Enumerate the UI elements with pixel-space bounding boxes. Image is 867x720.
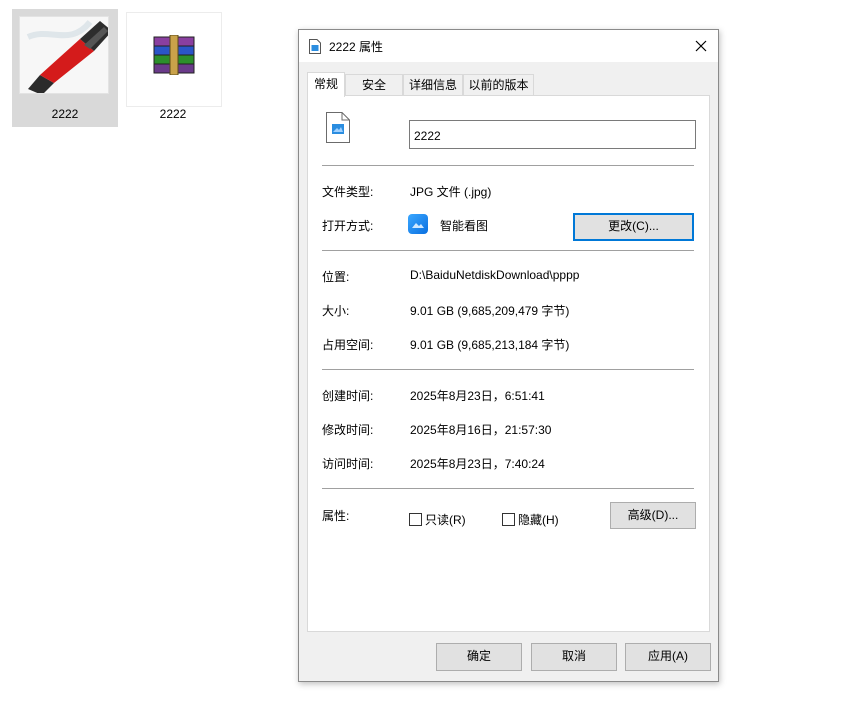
checkbox-box[interactable]: [409, 512, 422, 526]
archive-thumbnail: [126, 12, 222, 107]
size-label: 大小:: [322, 304, 350, 318]
tab-previous-versions[interactable]: 以前的版本: [463, 74, 534, 96]
modified-label: 修改时间:: [322, 423, 374, 437]
image-viewer-icon: [408, 214, 428, 234]
winrar-icon: [153, 35, 195, 75]
accessed-label: 访问时间:: [322, 457, 374, 471]
created-value: 2025年8月23日，6:51:41: [410, 389, 545, 403]
desktop-file-jpg[interactable]: 2222: [12, 9, 118, 127]
jpg-file-icon: [326, 112, 350, 143]
separator: [322, 165, 694, 166]
size-on-disk-value: 9.01 GB (9,685,213,184 字节): [410, 338, 570, 352]
open-with-label: 打开方式:: [322, 219, 374, 233]
image-thumbnail: [19, 16, 109, 94]
readonly-label: 只读(R): [425, 512, 466, 527]
tab-general[interactable]: 常规: [307, 72, 345, 97]
tab-security[interactable]: 安全: [345, 74, 403, 96]
desktop-file-rar[interactable]: 2222: [120, 9, 226, 127]
general-panel: 文件类型: JPG 文件 (.jpg) 打开方式: 智能看图 更改(C)... …: [307, 95, 710, 632]
location-value: D:\BaiduNetdiskDownload\pppp: [410, 268, 580, 282]
close-button[interactable]: [684, 30, 718, 62]
size-value: 9.01 GB (9,685,209,479 字节): [410, 304, 570, 318]
readonly-checkbox[interactable]: 只读(R): [409, 511, 466, 527]
properties-dialog: 2222 属性 常规 安全 详细信息 以前的版本 文件类型: JPG 文件 (.…: [298, 29, 719, 682]
separator: [322, 369, 694, 370]
open-with-value: 智能看图: [440, 219, 489, 233]
file-type-label: 文件类型:: [322, 185, 374, 199]
dialog-title: 2222 属性: [329, 40, 384, 54]
file-name-input[interactable]: [409, 120, 696, 149]
ok-button[interactable]: 确定: [436, 643, 522, 671]
file-type-value: JPG 文件 (.jpg): [410, 185, 492, 199]
file-name-label: 2222: [51, 107, 79, 121]
title-bar[interactable]: 2222 属性: [299, 30, 718, 62]
separator: [322, 250, 694, 251]
hidden-checkbox[interactable]: 隐藏(H): [502, 511, 559, 527]
advanced-button[interactable]: 高级(D)...: [610, 502, 696, 529]
separator: [322, 488, 694, 489]
accessed-value: 2025年8月23日，7:40:24: [410, 457, 545, 471]
file-icon: [309, 39, 321, 54]
file-name-label: 2222: [159, 107, 187, 121]
hidden-label: 隐藏(H): [518, 512, 559, 527]
apply-button[interactable]: 应用(A): [625, 643, 711, 671]
cancel-button[interactable]: 取消: [531, 643, 617, 671]
tab-details[interactable]: 详细信息: [403, 74, 463, 96]
location-label: 位置:: [322, 270, 350, 284]
modified-value: 2025年8月16日，21:57:30: [410, 423, 552, 437]
change-button[interactable]: 更改(C)...: [573, 213, 694, 241]
created-label: 创建时间:: [322, 389, 374, 403]
size-on-disk-label: 占用空间:: [322, 338, 374, 352]
attributes-label: 属性:: [322, 509, 350, 523]
close-icon: [695, 40, 707, 52]
checkbox-box[interactable]: [502, 512, 515, 526]
